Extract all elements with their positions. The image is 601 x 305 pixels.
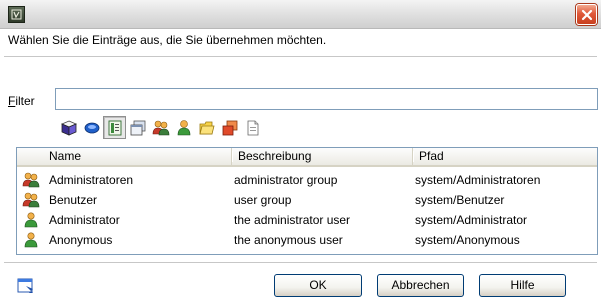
- cancel-button[interactable]: Abbrechen: [377, 274, 464, 297]
- folder-icon: [198, 121, 215, 134]
- box-icon: [60, 120, 77, 136]
- filter-copy-button[interactable]: [218, 116, 241, 139]
- divider: [4, 262, 597, 263]
- group-icon: [152, 120, 169, 135]
- instruction-text: Wählen Sie die Einträge aus, die Sie übe…: [8, 33, 327, 47]
- document-icon: [247, 120, 258, 135]
- copy-icon: [222, 120, 237, 135]
- user-icon: [22, 212, 40, 228]
- entries-list[interactable]: Name Beschreibung Pfad Administratoren a…: [16, 147, 598, 255]
- group-icon: [22, 172, 40, 188]
- column-header-name[interactable]: Name: [43, 148, 233, 165]
- window-icon: [130, 120, 145, 135]
- page-icon: [108, 120, 121, 135]
- list-item[interactable]: Administratoren administrator group syst…: [17, 170, 597, 190]
- filter-label: Filter: [8, 94, 35, 108]
- ok-button[interactable]: OK: [274, 274, 362, 297]
- filter-window-button[interactable]: [126, 116, 149, 139]
- list-header: Name Beschreibung Pfad: [17, 148, 597, 167]
- type-filter-toolbar: [57, 116, 264, 139]
- filter-input[interactable]: [55, 88, 598, 110]
- close-icon: [581, 9, 593, 21]
- filter-box-button[interactable]: [57, 116, 80, 139]
- close-button[interactable]: [576, 4, 597, 25]
- filter-document-button[interactable]: [241, 116, 264, 139]
- divider: [4, 56, 597, 57]
- filter-folder-button[interactable]: [195, 116, 218, 139]
- list-item[interactable]: Anonymous the anonymous user system/Anon…: [17, 230, 597, 250]
- entry-path: system/Anonymous: [415, 233, 520, 247]
- user-icon: [22, 232, 40, 248]
- filter-disk-button[interactable]: [80, 116, 103, 139]
- column-header-description[interactable]: Beschreibung: [231, 148, 414, 165]
- list-item[interactable]: Benutzer user group system/Benutzer: [17, 190, 597, 210]
- entry-description: the administrator user: [234, 213, 351, 227]
- entry-name: Administrator: [49, 213, 120, 227]
- disk-icon: [84, 122, 99, 133]
- entry-path: system/Benutzer: [415, 193, 505, 207]
- column-header-path[interactable]: Pfad: [412, 148, 597, 165]
- entry-description: the anonymous user: [234, 233, 343, 247]
- group-icon: [22, 192, 40, 208]
- filter-user-button[interactable]: [172, 116, 195, 139]
- user-icon: [177, 119, 190, 135]
- app-icon[interactable]: [8, 6, 25, 23]
- help-button[interactable]: Hilfe: [479, 274, 566, 297]
- entry-name: Anonymous: [49, 233, 113, 247]
- entry-description: administrator group: [234, 173, 338, 187]
- title-bar[interactable]: [0, 0, 601, 29]
- help-window-icon[interactable]: [17, 277, 35, 295]
- entry-name: Administratoren: [49, 173, 134, 187]
- list-item[interactable]: Administrator the administrator user sys…: [17, 210, 597, 230]
- entry-path: system/Administrator: [415, 213, 528, 227]
- filter-page-button[interactable]: [103, 116, 126, 139]
- entry-description: user group: [234, 193, 292, 207]
- filter-group-button[interactable]: [149, 116, 172, 139]
- dialog-window: Wählen Sie die Einträge aus, die Sie übe…: [0, 0, 601, 305]
- entry-name: Benutzer: [49, 193, 98, 207]
- entry-path: system/Administratoren: [415, 173, 541, 187]
